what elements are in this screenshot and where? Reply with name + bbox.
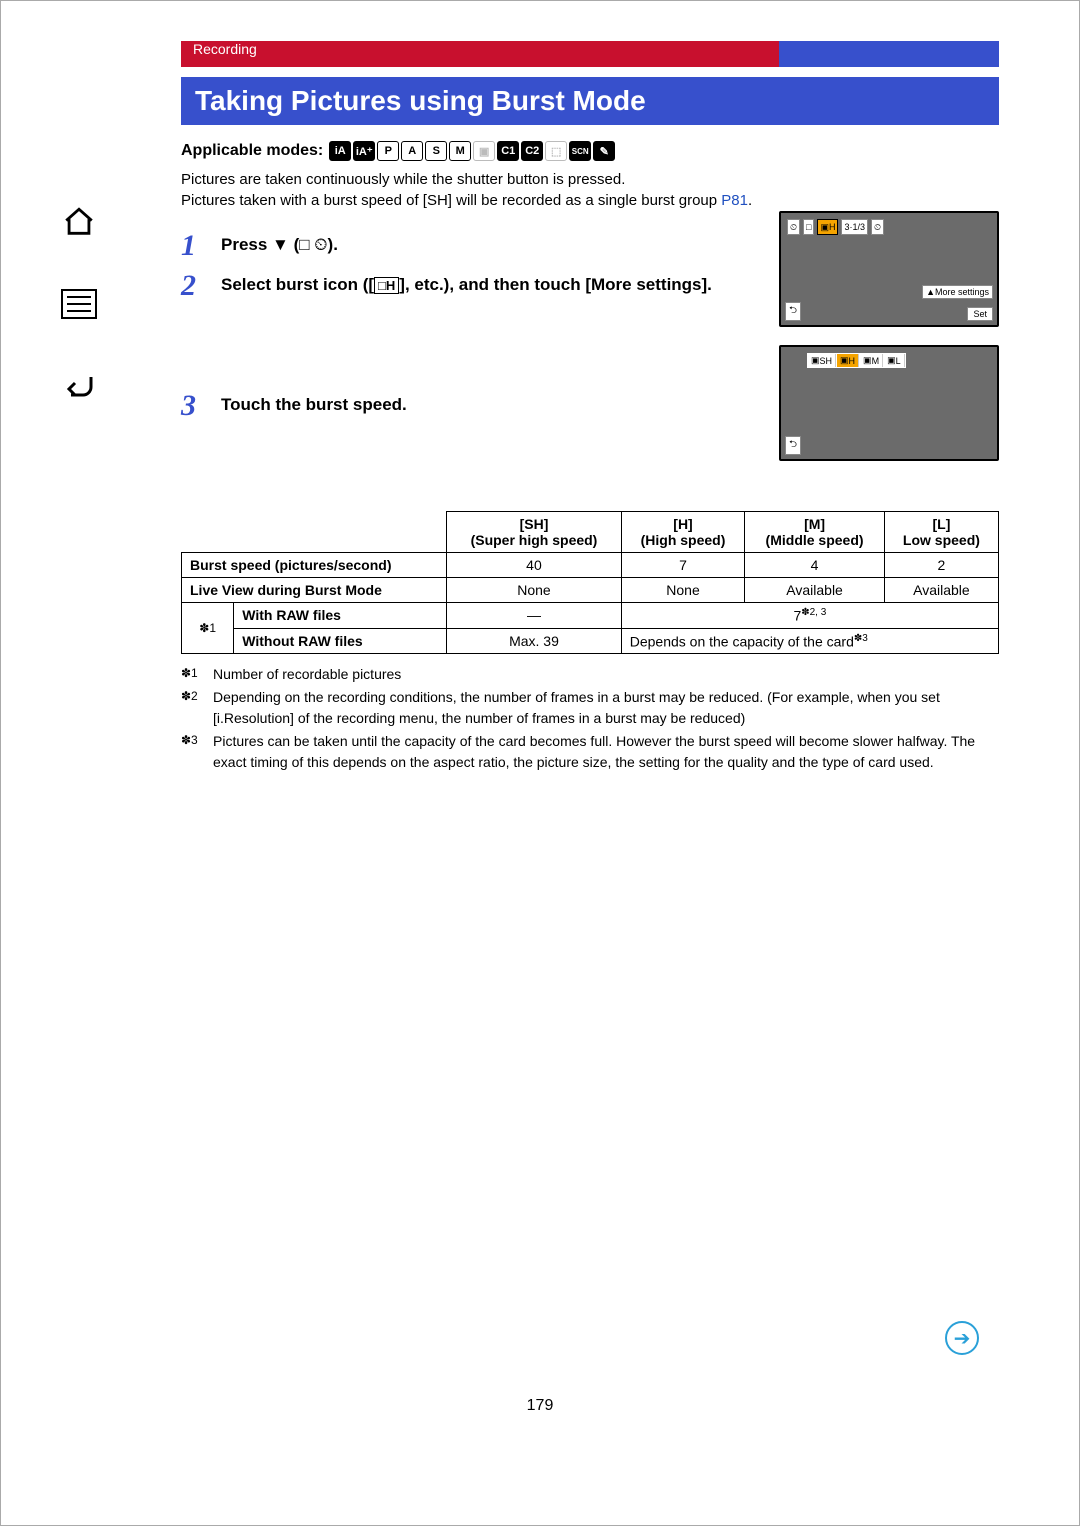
mode-a: A xyxy=(401,141,423,161)
page-title: Taking Pictures using Burst Mode xyxy=(181,77,999,125)
single-icon: □ xyxy=(803,219,814,235)
back-button[interactable]: ⮌ xyxy=(785,436,801,455)
mode-s: S xyxy=(425,141,447,161)
footnote-3: Pictures can be taken until the capacity… xyxy=(213,731,999,773)
footnote-2: Depending on the recording conditions, t… xyxy=(213,687,999,729)
step-number: 1 xyxy=(181,231,207,261)
mode-creative: ✎ xyxy=(593,141,615,161)
step-1: 1 Press ▼ (□ ⏲). xyxy=(181,231,759,261)
back-icon[interactable] xyxy=(58,365,100,407)
step-2: 2 Select burst icon ([□H], etc.), and th… xyxy=(181,271,759,301)
burst-mode-icon: ⏲ xyxy=(787,219,800,235)
speed-h[interactable]: ▣H xyxy=(837,354,859,367)
section-label: Recording xyxy=(181,41,257,57)
page-link-p81[interactable]: P81 xyxy=(721,192,748,209)
row-live-view: Live View during Burst Mode xyxy=(182,578,447,603)
step-text: Touch the burst speed. xyxy=(221,391,407,421)
cell-with-raw-span: 7✽2, 3 xyxy=(621,603,998,629)
footnote-1: Number of recordable pictures xyxy=(213,664,401,685)
speed-l[interactable]: ▣L xyxy=(884,354,905,367)
mode-c2: C2 xyxy=(521,141,543,161)
burst-h-icon: ▣H xyxy=(817,219,838,235)
applicable-modes-row: Applicable modes: iA iA⁺ P A S M ▣ C1 C2… xyxy=(181,141,999,161)
screenshot-burst-speed: ▣SH ▣H ▣M ▣L ⮌ xyxy=(779,345,999,461)
mode-iaplus: iA⁺ xyxy=(353,141,375,161)
step-text: Select burst icon ([□H], etc.), and then… xyxy=(221,271,712,301)
col-l: [L] Low speed) xyxy=(884,512,998,553)
set-button[interactable]: Set xyxy=(967,307,993,321)
col-h: [H] (High speed) xyxy=(621,512,745,553)
cell-max39: Max. 39 xyxy=(447,628,622,654)
mode-m: M xyxy=(449,141,471,161)
row-without-raw: Without RAW files xyxy=(234,628,447,654)
step-number: 2 xyxy=(181,271,207,301)
row-burst-speed: Burst speed (pictures/second) xyxy=(182,553,447,578)
timer-icon: ⏲ xyxy=(871,219,884,235)
col-sh: [SH] (Super high speed) xyxy=(447,512,622,553)
speed-m[interactable]: ▣M xyxy=(860,354,883,367)
mode-p: P xyxy=(377,141,399,161)
step-3: 3 Touch the burst speed. xyxy=(181,391,759,421)
mode-ia: iA xyxy=(329,141,351,161)
continue-icon[interactable]: ➔ xyxy=(945,1321,979,1355)
mode-pano: ⬚ xyxy=(545,141,567,161)
intro-line-1: Pictures are taken continuously while th… xyxy=(181,169,999,190)
more-settings-button[interactable]: ▲More settings xyxy=(922,285,993,299)
sidebar xyxy=(49,201,109,407)
mode-scn: SCN xyxy=(569,141,591,161)
page-number: 179 xyxy=(527,1397,554,1415)
burst-speed-table: [SH] (Super high speed) [H] (High speed)… xyxy=(181,511,999,654)
screenshot-more-settings: ⏲ □ ▣H 3·1/3 ⏲ ▲More settings ⮌ Set xyxy=(779,211,999,327)
steps-list: 1 Press ▼ (□ ⏲). 2 Select burst icon ([□… xyxy=(181,231,759,421)
intro-line-2: Pictures taken with a burst speed of [SH… xyxy=(181,190,999,211)
footnotes: ✽1Number of recordable pictures ✽2Depend… xyxy=(181,664,999,773)
content-area: Recording Taking Pictures using Burst Mo… xyxy=(181,41,999,773)
section-header-bar: Recording xyxy=(181,41,999,71)
speed-sh[interactable]: ▣SH xyxy=(808,354,836,367)
mode-icons: iA iA⁺ P A S M ▣ C1 C2 ⬚ SCN ✎ xyxy=(329,141,615,161)
step-number: 3 xyxy=(181,391,207,421)
back-button[interactable]: ⮌ xyxy=(785,302,801,321)
bracket-icon: 3·1/3 xyxy=(841,219,868,235)
mode-c1: C1 xyxy=(497,141,519,161)
page: Recording Taking Pictures using Burst Mo… xyxy=(0,0,1080,1526)
row-with-raw: With RAW files xyxy=(234,603,447,629)
cell-dash: — xyxy=(447,603,622,629)
row-group-mark: ✽1 xyxy=(182,603,234,654)
applicable-modes-label: Applicable modes: xyxy=(181,142,323,160)
inline-screenshots: ⏲ □ ▣H 3·1/3 ⏲ ▲More settings ⮌ Set ▣SH … xyxy=(779,211,999,461)
mode-video: ▣ xyxy=(473,141,495,161)
col-m: [M] (Middle speed) xyxy=(745,512,885,553)
step-text: Press ▼ (□ ⏲). xyxy=(221,231,338,261)
cell-without-raw-span: Depends on the capacity of the card✽3 xyxy=(621,628,998,654)
home-icon[interactable] xyxy=(58,201,100,243)
toc-icon[interactable] xyxy=(58,283,100,325)
